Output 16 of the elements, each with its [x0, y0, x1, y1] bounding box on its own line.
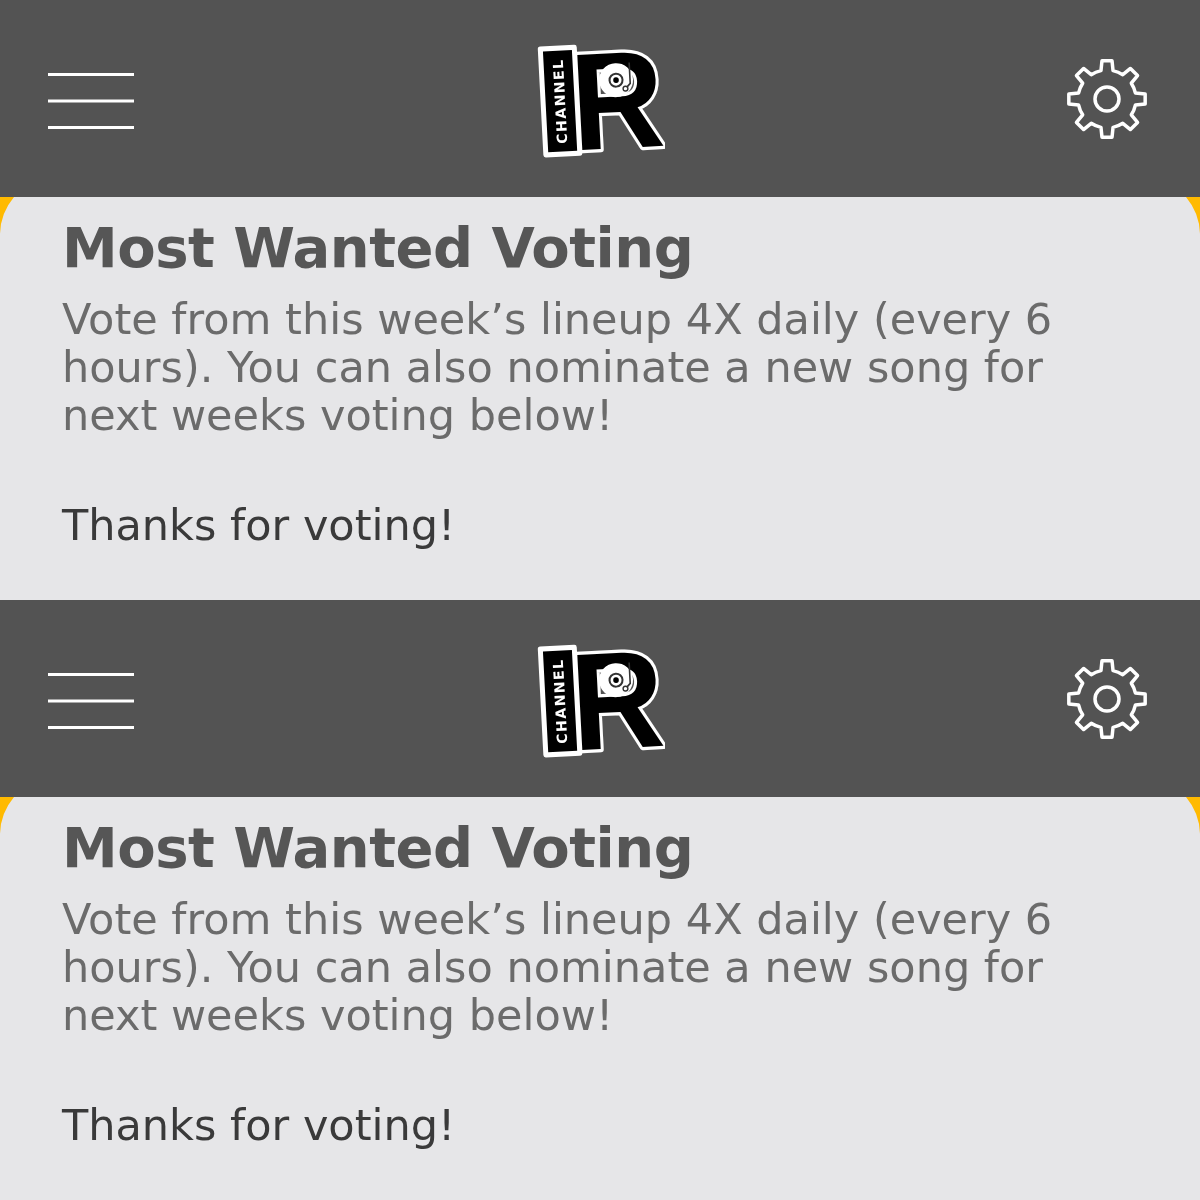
- logo: CHANNEL R: [535, 36, 665, 161]
- menu-icon: [48, 672, 134, 729]
- menu-icon: [48, 72, 134, 129]
- status-message: Thanks for voting!: [62, 501, 457, 549]
- logo: CHANNEL R: [535, 636, 665, 761]
- settings-icon: [1066, 657, 1148, 740]
- description-text: Vote from this week’s lineup 4X daily (every 6 hours). You can also nominate a new song for next weeks voting below!: [62, 295, 1054, 439]
- menu-button[interactable]: [48, 72, 134, 129]
- page-title: Most Wanted Voting: [62, 816, 695, 880]
- menu-button[interactable]: [48, 672, 134, 729]
- page-title: Most Wanted Voting: [62, 216, 695, 280]
- settings-button[interactable]: [1066, 657, 1148, 740]
- settings-icon: [1066, 57, 1148, 140]
- description-text: Vote from this week’s lineup 4X daily (every 6 hours). You can also nominate a new song for next weeks voting below!: [62, 895, 1054, 1039]
- status-message: Thanks for voting!: [62, 1101, 457, 1149]
- settings-button[interactable]: [1066, 57, 1148, 140]
